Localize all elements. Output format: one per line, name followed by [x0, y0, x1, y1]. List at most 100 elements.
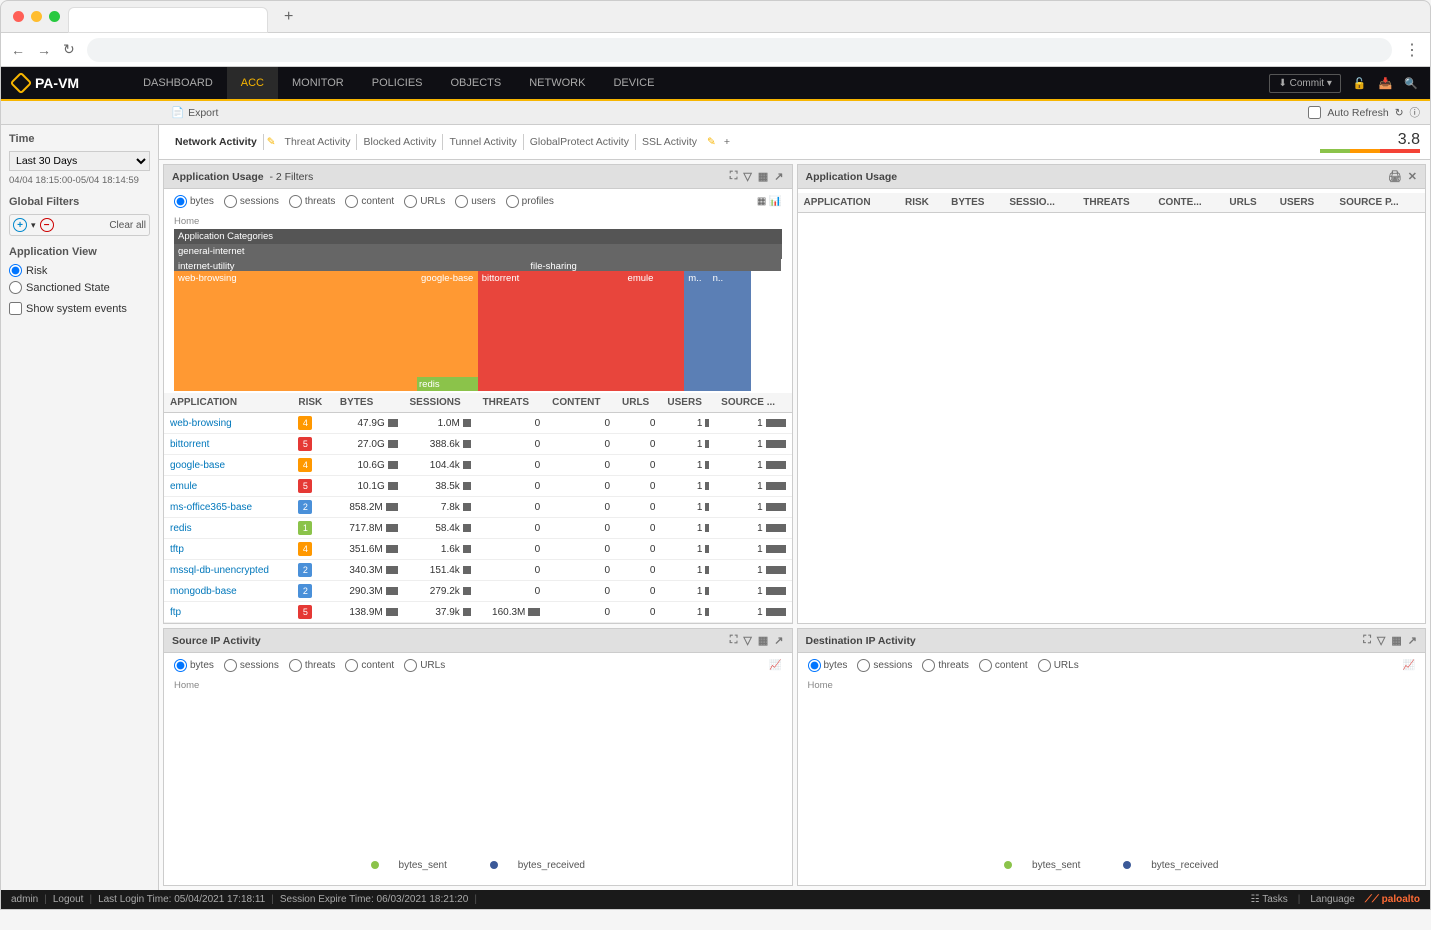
table-row[interactable]: google-base410.6G 104.4k 0001 1	[164, 455, 792, 476]
maximize-icon[interactable]: ⛶	[1363, 634, 1371, 647]
refresh-icon[interactable]: ↻	[1395, 107, 1404, 119]
close-icon[interactable]: ✕	[1408, 170, 1417, 183]
popout-icon[interactable]: ↗	[1408, 634, 1417, 647]
column-header[interactable]: SESSIONS	[404, 393, 477, 413]
nav-tab-objects[interactable]: OBJECTS	[437, 67, 516, 99]
add-filter-button[interactable]: +	[13, 218, 27, 232]
column-header[interactable]: BYTES	[945, 193, 1003, 213]
column-header[interactable]: SOURCE P...	[1333, 193, 1425, 213]
column-header[interactable]: THREATS	[1077, 193, 1152, 213]
radio-profiles[interactable]: profiles	[506, 195, 554, 208]
treemap-chart[interactable]: Application Categories general-internet …	[174, 229, 782, 389]
column-header[interactable]: RISK	[292, 393, 334, 413]
chart-icon[interactable]: 📊	[769, 196, 781, 207]
print-icon[interactable]: 🖨	[1388, 170, 1402, 183]
treemap-cell[interactable]: google-baseredis	[417, 271, 478, 391]
sub-tab-globalprotect-activity[interactable]: GlobalProtect Activity	[524, 134, 636, 150]
column-header[interactable]: APPLICATION	[798, 193, 900, 213]
table-row[interactable]: emule510.1G 38.5k 0001 1	[164, 476, 792, 497]
minimize-window-icon[interactable]	[31, 11, 42, 22]
app-link[interactable]: mssql-db-unencrypted	[164, 560, 292, 581]
sub-tab-network-activity[interactable]: Network Activity	[169, 134, 264, 150]
treemap-category[interactable]: file-sharing	[526, 259, 720, 271]
table-icon[interactable]: ▦	[757, 196, 766, 207]
radio-users[interactable]: users	[455, 195, 495, 208]
sub-tab-tunnel-activity[interactable]: Tunnel Activity	[443, 134, 523, 150]
remove-filter-button[interactable]: −	[40, 218, 54, 232]
browser-menu-icon[interactable]: ⋮	[1404, 40, 1420, 60]
logout-link[interactable]: Logout	[53, 894, 84, 905]
radio-sessions[interactable]: sessions	[224, 195, 279, 208]
language-link[interactable]: Language	[1310, 894, 1355, 905]
export-button[interactable]: 📄 Export	[171, 106, 218, 119]
column-header[interactable]: SESSIO...	[1003, 193, 1077, 213]
treemap-category[interactable]	[721, 259, 782, 271]
dest-ip-chart[interactable]: bytes_sent bytes_received	[798, 693, 1426, 881]
treemap-category[interactable]: internet-utility	[174, 259, 417, 271]
app-link[interactable]: tftp	[164, 539, 292, 560]
app-link[interactable]: google-base	[164, 455, 292, 476]
column-header[interactable]: THREATS	[477, 393, 547, 413]
column-header[interactable]: BYTES	[334, 393, 404, 413]
reload-button[interactable]: ↻	[63, 41, 75, 58]
inbox-icon[interactable]: 📥	[1379, 77, 1393, 90]
sub-tab-threat-activity[interactable]: Threat Activity	[279, 134, 358, 150]
close-window-icon[interactable]	[13, 11, 24, 22]
table-row[interactable]: ftp5138.9M 37.9k 160.3M 001 1	[164, 602, 792, 623]
treemap-cell[interactable]: web-browsing	[174, 271, 417, 391]
radio-bytes[interactable]: bytes	[174, 195, 214, 208]
lock-icon[interactable]: 🔓	[1353, 77, 1367, 90]
maximize-icon[interactable]: ⛶	[730, 634, 738, 647]
edit-tabs-icon[interactable]: ✎	[707, 136, 716, 148]
sanctioned-radio[interactable]: Sanctioned State	[9, 281, 150, 294]
auto-refresh-toggle[interactable]: Auto Refresh ↻ ⓘ	[1308, 105, 1420, 120]
column-header[interactable]: USERS	[1274, 193, 1334, 213]
radio-bytes[interactable]: bytes	[808, 659, 848, 672]
table-row[interactable]: ms-office365-base2858.2M 7.8k 0001 1	[164, 497, 792, 518]
app-link[interactable]: redis	[164, 518, 292, 539]
maximize-icon[interactable]: ⛶	[730, 170, 738, 183]
column-header[interactable]: URLS	[1223, 193, 1273, 213]
radio-threats[interactable]: threats	[289, 659, 336, 672]
column-header[interactable]: URLS	[616, 393, 661, 413]
column-header[interactable]: SOURCE ...	[715, 393, 791, 413]
search-icon[interactable]: 🔍	[1404, 77, 1418, 90]
column-header[interactable]: APPLICATION	[164, 393, 292, 413]
breadcrumb[interactable]: Home	[798, 678, 1426, 693]
filter-icon[interactable]: ▽	[743, 170, 751, 183]
app-link[interactable]: ms-office365-base	[164, 497, 292, 518]
filter-icon[interactable]: ▽	[743, 634, 751, 647]
treemap-cell[interactable]: emule	[624, 271, 685, 391]
radio-URLs[interactable]: URLs	[404, 195, 445, 208]
app-link[interactable]: mongodb-base	[164, 581, 292, 602]
add-tab-icon[interactable]: +	[724, 136, 730, 148]
table-row[interactable]: mssql-db-unencrypted2340.3M 151.4k 0001 …	[164, 560, 792, 581]
radio-threats[interactable]: threats	[922, 659, 969, 672]
treemap-category[interactable]	[417, 259, 526, 271]
radio-bytes[interactable]: bytes	[174, 659, 214, 672]
treemap-cell[interactable]: redis	[417, 377, 478, 391]
forward-button[interactable]: →	[37, 42, 51, 58]
column-header[interactable]: RISK	[899, 193, 945, 213]
tasks-link[interactable]: ☷ Tasks	[1251, 894, 1288, 905]
table-row[interactable]: bittorrent527.0G 388.6k 0001 1	[164, 434, 792, 455]
breadcrumb[interactable]: Home	[164, 678, 792, 693]
maximize-window-icon[interactable]	[49, 11, 60, 22]
treemap-cell[interactable]: m..	[684, 271, 708, 391]
edit-icon[interactable]: ✎	[264, 136, 279, 148]
nav-tab-dashboard[interactable]: DASHBOARD	[129, 67, 227, 99]
radio-threats[interactable]: threats	[289, 195, 336, 208]
radio-content[interactable]: content	[345, 659, 394, 672]
treemap-cell[interactable]	[733, 271, 751, 391]
app-link[interactable]: emule	[164, 476, 292, 497]
table-row[interactable]: tftp4351.6M 1.6k 0001 1	[164, 539, 792, 560]
app-link[interactable]: web-browsing	[164, 413, 292, 434]
help-icon[interactable]: ⓘ	[1410, 105, 1421, 120]
breadcrumb[interactable]: Home	[164, 214, 792, 229]
table-row[interactable]: web-browsing447.9G 1.0M 0001 1	[164, 413, 792, 434]
table-row[interactable]: redis1717.8M 58.4k 0001 1	[164, 518, 792, 539]
clear-all-button[interactable]: Clear all	[109, 220, 146, 231]
back-button[interactable]: ←	[11, 42, 25, 58]
time-range-select[interactable]: Last 30 Days	[9, 151, 150, 171]
treemap-cell[interactable]: n..	[709, 271, 733, 391]
